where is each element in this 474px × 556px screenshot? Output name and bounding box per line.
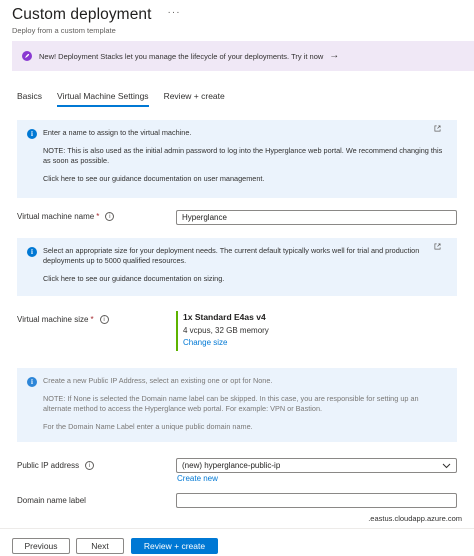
previous-button[interactable]: Previous <box>12 538 70 554</box>
info-box-vm-size: i Select an appropriate size for your de… <box>17 238 457 296</box>
more-options-button[interactable]: ··· <box>168 7 181 18</box>
vm-size-label: Virtual machine size * i <box>17 315 109 324</box>
page-title: Custom deployment <box>12 6 152 23</box>
vm-size-name: 1x Standard E4as v4 <box>183 312 266 322</box>
tab-list: Basics Virtual Machine Settings Review +… <box>17 91 240 107</box>
tab-virtual-machine-settings[interactable]: Virtual Machine Settings <box>57 91 149 107</box>
chevron-down-icon <box>442 461 451 471</box>
info-text: Select an appropriate size for your depl… <box>43 246 420 265</box>
vm-size-spec: 4 vcpus, 32 GB memory <box>183 326 269 335</box>
tab-basics[interactable]: Basics <box>17 91 42 107</box>
info-tooltip-icon[interactable]: i <box>85 461 95 470</box>
info-text: NOTE: This is also used as the initial a… <box>43 146 443 165</box>
next-button[interactable]: Next <box>76 538 124 554</box>
info-link-text[interactable]: Click here to see our guidance documenta… <box>43 174 447 184</box>
deployment-stacks-banner[interactable]: New! Deployment Stacks let you manage th… <box>12 41 474 71</box>
required-marker: * <box>96 212 100 221</box>
external-link-icon[interactable] <box>434 125 441 132</box>
vm-name-label: Virtual machine name * i <box>17 212 115 221</box>
create-new-ip-link[interactable]: Create new <box>177 474 218 483</box>
info-tooltip-icon[interactable]: i <box>105 212 115 221</box>
page-header: Custom deployment ··· Deploy from a cust… <box>12 6 181 35</box>
title-row: Custom deployment ··· <box>12 6 181 24</box>
info-text: Enter a name to assign to the virtual ma… <box>43 128 192 137</box>
banner-text: New! Deployment Stacks let you manage th… <box>39 51 324 61</box>
vm-size-selection: 1x Standard E4as v4 4 vcpus, 32 GB memor… <box>176 311 269 351</box>
tab-review-create[interactable]: Review + create <box>164 91 225 107</box>
public-ip-selected: (new) hyperglance-public-ip <box>182 461 281 470</box>
arrow-right-icon[interactable]: → <box>329 50 339 61</box>
review-create-button[interactable]: Review + create <box>131 538 218 554</box>
info-text: Create a new Public IP Address, select a… <box>43 376 273 385</box>
public-ip-dropdown[interactable]: (new) hyperglance-public-ip <box>176 458 457 473</box>
info-icon: i <box>27 247 37 257</box>
external-link-icon[interactable] <box>434 243 441 250</box>
rocket-icon <box>22 51 32 61</box>
domain-name-label: Domain name label <box>17 496 86 505</box>
info-box-vm-name: i Enter a name to assign to the virtual … <box>17 120 457 198</box>
public-ip-label: Public IP address i <box>17 461 95 470</box>
domain-name-input[interactable] <box>176 493 457 508</box>
change-size-link[interactable]: Change size <box>183 338 269 347</box>
vm-name-input[interactable] <box>176 210 457 225</box>
info-icon: i <box>27 129 37 139</box>
info-box-public-ip: i Create a new Public IP Address, select… <box>17 368 457 442</box>
info-link-text[interactable]: Click here to see our guidance documenta… <box>43 274 447 284</box>
footer-divider <box>0 528 474 529</box>
domain-suffix: .eastus.cloudapp.azure.com <box>368 514 462 523</box>
info-text: NOTE: If None is selected the Domain nam… <box>43 394 419 413</box>
info-text: For the Domain Name Label enter a unique… <box>43 422 253 431</box>
info-icon: i <box>27 377 37 387</box>
page-subtitle: Deploy from a custom template <box>12 26 116 35</box>
required-marker: * <box>90 315 94 324</box>
info-tooltip-icon[interactable]: i <box>99 315 109 324</box>
